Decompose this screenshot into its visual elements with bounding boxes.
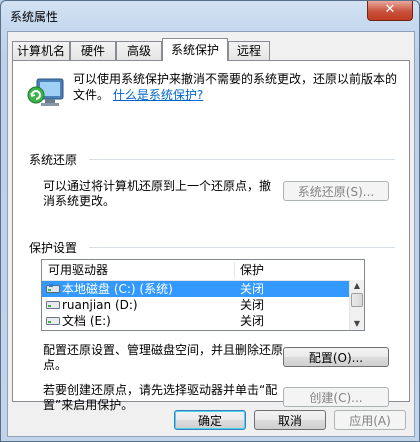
protection-settings-divider	[89, 247, 395, 248]
title-bar[interactable]: 系统属性 ✕	[1, 1, 419, 31]
drive-name: 本地磁盘 (C:) (系统)	[62, 282, 173, 296]
tab-hardware[interactable]: 硬件	[70, 41, 116, 60]
dialog-buttons: 确定 取消 应用(A)	[8, 406, 414, 432]
system-properties-window: 系统属性 ✕ 计算机名 硬件 高级 系统保护 远程 可以使用系统保护来撤消不需要…	[0, 0, 420, 442]
drive-name: ruanjian (D:)	[62, 298, 138, 312]
column-header-available-drives[interactable]: 可用驱动器	[48, 260, 108, 280]
ok-button[interactable]: 确定	[174, 410, 246, 430]
drive-row-e[interactable]: 文档 (E:) 关闭	[42, 313, 364, 329]
tab-advanced[interactable]: 高级	[116, 41, 162, 60]
drive-name: 文档 (E:)	[62, 314, 111, 328]
what-is-system-protection-link[interactable]: 什么是系统保护?	[113, 88, 203, 102]
configure-button[interactable]: 配置(O)...	[283, 347, 389, 367]
drive-protection-status: 关闭	[240, 298, 265, 312]
dialog-client-area: 计算机名 硬件 高级 系统保护 远程 可以使用系统保护来撤消不需要的系统更改，还…	[7, 31, 415, 437]
drive-row-d[interactable]: ruanjian (D:) 关闭	[42, 297, 364, 313]
system-restore-group-title: 系统还原	[29, 153, 78, 167]
system-drive-icon	[46, 284, 60, 293]
scroll-thumb[interactable]	[351, 293, 363, 307]
system-restore-button[interactable]: 系统还原(S)...	[283, 181, 389, 201]
scroll-down-arrow-icon[interactable]: ▼	[350, 318, 364, 330]
drive-protection-status: 关闭	[240, 282, 265, 296]
system-restore-description: 可以通过将计算机还原到上一个还原点，撤消系统更改。	[43, 179, 272, 208]
drive-list[interactable]: 可用驱动器 保护 本地磁盘 (C:) (系统) 关闭 ruanjian (D:)…	[41, 259, 365, 331]
intro-text: 可以使用系统保护来撤消不需要的系统更改，还原以前版本的文件。 什么是系统保护?	[73, 71, 399, 103]
tab-remote[interactable]: 远程	[228, 41, 270, 60]
column-header-protection[interactable]: 保护	[240, 260, 264, 280]
drive-list-header: 可用驱动器 保护	[42, 260, 364, 281]
tab-computer-name[interactable]: 计算机名	[12, 41, 70, 60]
close-icon: ✕	[384, 2, 396, 17]
drive-list-scrollbar[interactable]: ▲ ▼	[349, 280, 364, 330]
drive-protection-status: 关闭	[240, 314, 265, 328]
protection-settings-group-title: 保护设置	[29, 241, 78, 255]
cancel-button[interactable]: 取消	[254, 410, 326, 430]
apply-button[interactable]: 应用(A)	[334, 410, 406, 430]
create-button[interactable]: 创建(C)...	[283, 387, 389, 407]
tab-system-protection[interactable]: 系统保护	[162, 38, 228, 61]
drive-icon	[46, 301, 60, 309]
window-title: 系统属性	[10, 10, 59, 24]
system-restore-divider	[89, 159, 395, 160]
scroll-up-arrow-icon[interactable]: ▲	[350, 280, 364, 292]
drive-row-c[interactable]: 本地磁盘 (C:) (系统) 关闭	[42, 281, 364, 297]
close-button[interactable]: ✕	[367, 1, 413, 21]
configure-description: 配置还原设置、管理磁盘空间，并且删除还原点。	[43, 343, 284, 372]
drive-icon	[46, 317, 60, 325]
column-separator	[234, 262, 235, 278]
system-protection-panel: 可以使用系统保护来撤消不需要的系统更改，还原以前版本的文件。 什么是系统保护? …	[12, 60, 410, 412]
system-protection-icon	[27, 78, 64, 106]
